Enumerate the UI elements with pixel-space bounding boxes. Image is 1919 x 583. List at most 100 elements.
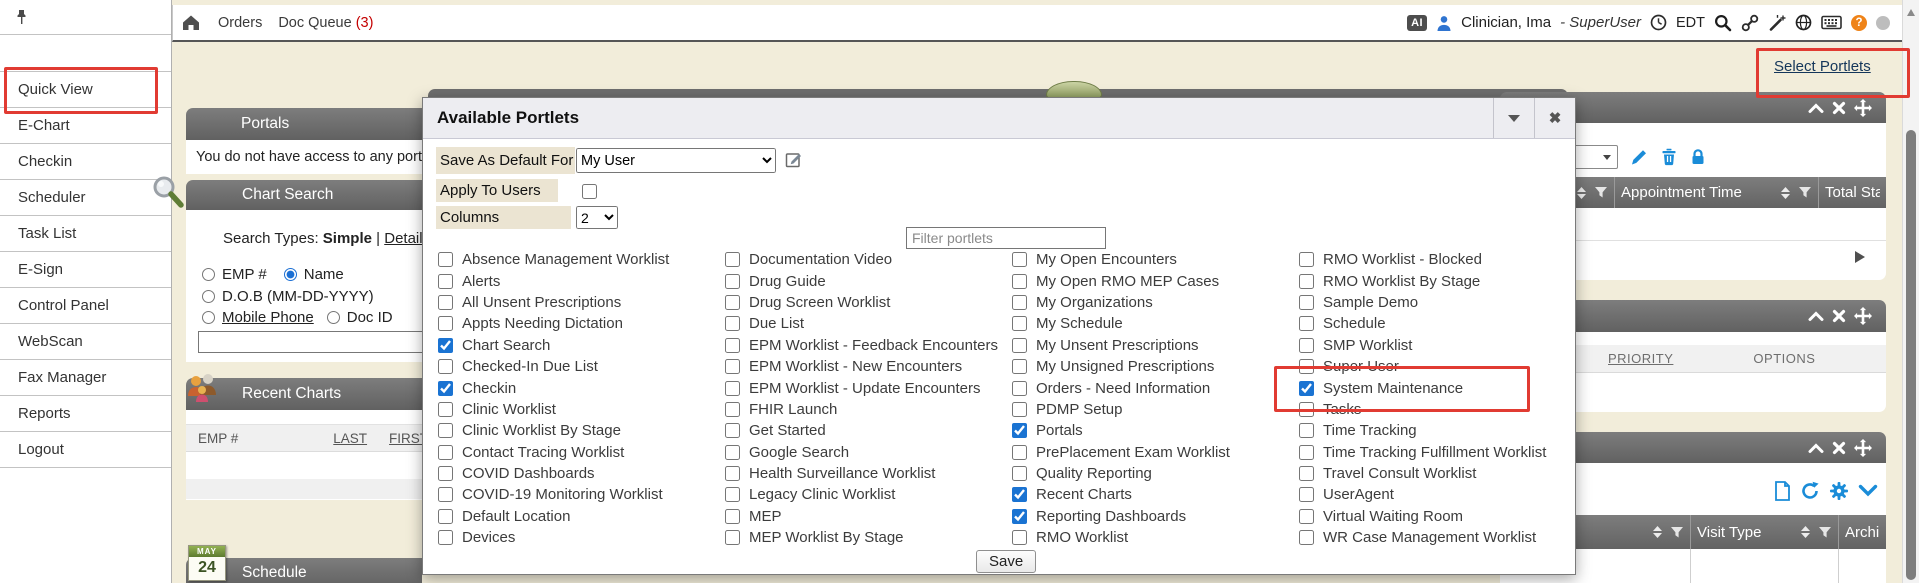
- close-icon[interactable]: [1832, 441, 1846, 455]
- refresh-icon[interactable]: [1800, 481, 1820, 501]
- portlet-checkbox[interactable]: [725, 295, 740, 310]
- portlet-checkbox[interactable]: [725, 509, 740, 524]
- sidebar-item-webscan[interactable]: WebScan: [0, 324, 171, 360]
- save-button[interactable]: Save: [976, 550, 1036, 573]
- portlet-checkbox[interactable]: [1299, 423, 1314, 438]
- portlet-checkbox[interactable]: [725, 445, 740, 460]
- new-doc-icon[interactable]: [1773, 481, 1791, 501]
- portlet-checkbox[interactable]: [438, 359, 453, 374]
- scrollbar-thumb[interactable]: [1906, 130, 1916, 580]
- radio-dob[interactable]: [202, 290, 215, 303]
- portlet-checkbox[interactable]: [1012, 509, 1027, 524]
- move-icon[interactable]: [1854, 307, 1872, 325]
- portlet-checkbox[interactable]: [1299, 338, 1314, 353]
- help-icon[interactable]: ?: [1851, 15, 1867, 31]
- portlet-checkbox[interactable]: [438, 487, 453, 502]
- portlet-checkbox[interactable]: [725, 487, 740, 502]
- portlet-checkbox[interactable]: [1012, 402, 1027, 417]
- scroll-up-icon[interactable]: [1907, 9, 1915, 16]
- portlet-checkbox[interactable]: [1299, 402, 1314, 417]
- portlet-checkbox[interactable]: [1012, 274, 1027, 289]
- filter-icon[interactable]: [1594, 186, 1608, 199]
- presence-icon[interactable]: [1876, 16, 1890, 30]
- radio-name[interactable]: [284, 268, 297, 281]
- sidebar-item-e-chart[interactable]: E-Chart: [0, 108, 171, 144]
- portlet-checkbox[interactable]: [725, 423, 740, 438]
- home-icon[interactable]: [181, 14, 201, 31]
- sidebar-item-logout[interactable]: Logout: [0, 432, 171, 468]
- move-icon[interactable]: [1854, 99, 1872, 117]
- sort-icon[interactable]: [1576, 186, 1587, 200]
- close-icon[interactable]: [1832, 309, 1846, 323]
- portlet-checkbox[interactable]: [1299, 509, 1314, 524]
- portlet-checkbox[interactable]: [438, 509, 453, 524]
- portals-panel-header[interactable]: Portals: [186, 108, 422, 140]
- portlet-checkbox[interactable]: [1012, 295, 1027, 310]
- collapse-icon[interactable]: [1808, 310, 1824, 322]
- portlet-checkbox[interactable]: [438, 530, 453, 545]
- portlet-checkbox[interactable]: [1012, 445, 1027, 460]
- sidebar-item-fax-manager[interactable]: Fax Manager: [0, 360, 171, 396]
- portlet-checkbox[interactable]: [1299, 359, 1314, 374]
- column-header-last[interactable]: LAST: [333, 431, 367, 446]
- column-header-first[interactable]: FIRST: [389, 431, 422, 446]
- portlet-checkbox[interactable]: [1012, 530, 1027, 545]
- nav-doc-queue[interactable]: Doc Queue: [278, 15, 351, 31]
- portlet-checkbox[interactable]: [438, 274, 453, 289]
- user-name[interactable]: Clinician, Ima: [1461, 14, 1551, 31]
- portlet-checkbox[interactable]: [725, 252, 740, 267]
- chart-search-input[interactable]: [198, 331, 422, 353]
- search-type-simple[interactable]: Simple: [323, 230, 372, 247]
- sort-icon[interactable]: [1780, 186, 1791, 200]
- portlet-checkbox[interactable]: [725, 381, 740, 396]
- portlet-checkbox[interactable]: [725, 402, 740, 417]
- portlet-checkbox[interactable]: [1012, 338, 1027, 353]
- radio-mobile-phone[interactable]: [202, 311, 215, 324]
- sidebar-item-task-list[interactable]: Task List: [0, 216, 171, 252]
- link-icon[interactable]: [1741, 14, 1759, 32]
- portlet-checkbox[interactable]: [1299, 252, 1314, 267]
- portlet-checkbox[interactable]: [1012, 381, 1027, 396]
- globe-icon[interactable]: [1795, 14, 1812, 31]
- portlet-checkbox[interactable]: [438, 381, 453, 396]
- portlet-checkbox[interactable]: [1012, 423, 1027, 438]
- sidebar-item-scheduler[interactable]: Scheduler: [0, 180, 171, 216]
- move-icon[interactable]: [1854, 439, 1872, 457]
- ai-badge[interactable]: AI: [1407, 15, 1427, 31]
- portlet-checkbox[interactable]: [438, 445, 453, 460]
- portlet-checkbox[interactable]: [725, 359, 740, 374]
- portlet-checkbox[interactable]: [1012, 252, 1027, 267]
- filter-icon[interactable]: [1818, 526, 1832, 539]
- nav-orders[interactable]: Orders: [218, 15, 262, 31]
- portlet-checkbox[interactable]: [725, 274, 740, 289]
- sidebar-item-reports[interactable]: Reports: [0, 396, 171, 432]
- sort-icon[interactable]: [1800, 525, 1811, 539]
- portlet-checkbox[interactable]: [1299, 487, 1314, 502]
- apply-to-users-checkbox[interactable]: [582, 184, 597, 199]
- sidebar-item-quick-view[interactable]: Quick View: [0, 72, 171, 108]
- portlet-checkbox[interactable]: [438, 252, 453, 267]
- collapse-icon[interactable]: [1808, 102, 1824, 114]
- close-icon[interactable]: [1832, 101, 1846, 115]
- column-header-priority[interactable]: PRIORITY: [1608, 351, 1673, 366]
- pin-icon[interactable]: [14, 9, 29, 25]
- portlet-checkbox[interactable]: [725, 316, 740, 331]
- sidebar-item-e-sign[interactable]: E-Sign: [0, 252, 171, 288]
- search-type-detailed[interactable]: Detailed: [384, 230, 422, 247]
- delete-icon[interactable]: [1660, 148, 1678, 166]
- portlet-checkbox[interactable]: [1299, 466, 1314, 481]
- search-icon[interactable]: [1714, 14, 1732, 32]
- portlet-checkbox[interactable]: [1012, 359, 1027, 374]
- wand-icon[interactable]: [1768, 14, 1786, 32]
- dialog-close-button[interactable]: ✖: [1534, 98, 1575, 138]
- portlet-checkbox[interactable]: [725, 338, 740, 353]
- portlet-checkbox[interactable]: [1299, 295, 1314, 310]
- sort-icon[interactable]: [1652, 525, 1663, 539]
- lock-icon[interactable]: [1689, 148, 1707, 166]
- keyboard-icon[interactable]: [1821, 15, 1842, 30]
- radio-emp[interactable]: [202, 268, 215, 281]
- radio-doc-id[interactable]: [327, 311, 340, 324]
- select-portlets-link[interactable]: Select Portlets: [1774, 58, 1871, 75]
- portlet-checkbox[interactable]: [1012, 487, 1027, 502]
- portlet-checkbox[interactable]: [725, 530, 740, 545]
